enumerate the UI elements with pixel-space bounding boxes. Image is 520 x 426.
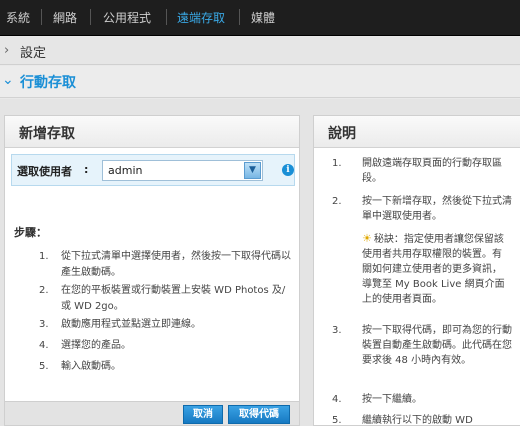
help-item-text: 按一下新增存取，然後從下拉式清單中選取使用者。 (362, 196, 512, 222)
help-item-text: 按一下繼續。 (362, 394, 422, 405)
help-item-text: 按一下取得代碼，即可為您的行動裝置自動產生啟動碼。此代碼在您要求後 48 小時內… (362, 325, 512, 366)
nav-divider (90, 9, 91, 25)
help-item-number: 3. (332, 325, 342, 336)
select-user-row: 選取使用者 : admin ▼ i (11, 154, 295, 186)
step-number: 2. (39, 285, 49, 296)
step-text: 輸入啟動碼。 (61, 361, 121, 372)
nav-item-media[interactable]: 媒體 (251, 9, 275, 26)
help-item-text: 繼續執行以下的啟動 WD (362, 415, 473, 426)
section-mobile-access[interactable]: ⌄ 行動存取 (0, 66, 520, 98)
help-item-number: 4. (332, 394, 342, 405)
step-text: 啟動應用程式並點選立即連線。 (61, 319, 201, 330)
section-settings[interactable]: › 設定 (0, 37, 520, 65)
chevron-right-icon: › (4, 43, 10, 58)
nav-item-utilities[interactable]: 公用程式 (103, 9, 151, 26)
step-text: 在您的平板裝置或行動裝置上安裝 WD Photos 及/或 WD 2go。 (61, 285, 286, 312)
add-access-footer: 取消 取得代碼 (5, 401, 299, 425)
get-code-button[interactable]: 取得代碼 (228, 405, 290, 424)
help-panel: 說明 1. 開啟遠端存取頁面的行動存取區段。 2. 按一下新增存取，然後從下拉式… (313, 115, 520, 426)
section-settings-label: 設定 (20, 46, 47, 61)
help-item-number: 5. (332, 415, 342, 426)
add-access-panel: 新增存取 選取使用者 : admin ▼ i 步驟： 1. 從下拉式清單中選擇使… (4, 115, 300, 426)
tip-box: ☀ 秘訣：指定使用者讓您保留該使用者共用存取權限的裝置。有關如何建立使用者的更多資… (362, 231, 510, 307)
content-area: 新增存取 選取使用者 : admin ▼ i 步驟： 1. 從下拉式清單中選擇使… (0, 99, 520, 426)
chevron-down-icon[interactable]: ▼ (244, 162, 261, 179)
nav-divider (41, 9, 42, 25)
cancel-button[interactable]: 取消 (183, 405, 223, 424)
nav-divider (166, 9, 167, 25)
user-select[interactable]: admin ▼ (102, 160, 263, 181)
help-item-number: 1. (332, 158, 342, 169)
add-access-title: 新增存取 (19, 126, 75, 142)
nav-divider (239, 9, 240, 25)
help-item-text: 開啟遠端存取頁面的行動存取區段。 (362, 158, 502, 184)
help-item-number: 2. (332, 196, 342, 207)
step-text: 從下拉式清單中選擇使用者，然後按一下取得代碼以產生啟動碼。 (61, 251, 291, 278)
select-user-label: 選取使用者 (17, 165, 72, 178)
steps-title: 步驟： (14, 226, 47, 239)
help-header: 說明 (314, 116, 520, 148)
step-number: 1. (39, 251, 49, 262)
nav-item-system[interactable]: 系統 (6, 9, 30, 26)
nav-item-remote-access[interactable]: 遠端存取 (177, 9, 225, 26)
add-access-header: 新增存取 (5, 116, 299, 148)
info-icon[interactable]: i (282, 164, 294, 176)
step-number: 5. (39, 361, 49, 372)
chevron-down-icon: ⌄ (2, 72, 14, 88)
step-number: 4. (39, 340, 49, 351)
lightbulb-icon: ☀ (362, 232, 372, 245)
section-mobile-access-label: 行動存取 (20, 75, 76, 91)
user-select-value: admin (108, 164, 143, 177)
tip-text: 秘訣：指定使用者讓您保留該使用者共用存取權限的裝置。有關如何建立使用者的更多資訊… (362, 234, 505, 305)
step-number: 3. (39, 319, 49, 330)
help-title: 說明 (328, 126, 356, 142)
select-user-colon: : (84, 163, 89, 176)
step-text: 選擇您的產品。 (61, 340, 131, 351)
top-navigation: 系統 網路 公用程式 遠端存取 媒體 (0, 0, 520, 36)
nav-item-network[interactable]: 網路 (53, 9, 77, 26)
